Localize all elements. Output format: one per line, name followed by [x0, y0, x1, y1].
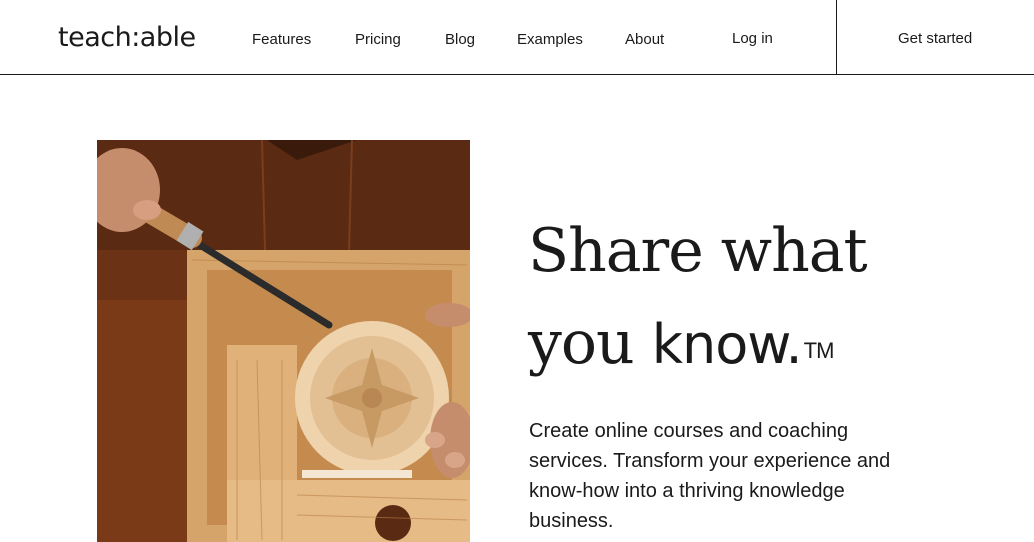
hero-subtext: Create online courses and coaching servi… — [529, 420, 891, 532]
trademark-symbol: TM — [803, 338, 835, 363]
headline-know: know. — [651, 313, 803, 376]
top-navigation: teach:able Features Pricing Blog Example… — [0, 0, 1034, 75]
nav-blog[interactable]: Blog — [445, 30, 475, 50]
wood-carving-photo-icon — [97, 140, 470, 542]
nav-features[interactable]: Features — [252, 30, 311, 50]
teachable-logo[interactable]: teach:able — [58, 20, 196, 56]
headline-you: you — [528, 308, 635, 378]
login-link[interactable]: Log in — [732, 29, 773, 49]
nav-about[interactable]: About — [625, 30, 664, 50]
get-started-button[interactable]: Get started — [898, 29, 972, 49]
header-divider — [836, 0, 837, 75]
nav-examples[interactable]: Examples — [517, 30, 583, 50]
nav-pricing[interactable]: Pricing — [355, 30, 401, 50]
hero-headline: Share what you know.TM — [528, 205, 968, 391]
headline-line-1: Share what — [528, 216, 868, 286]
hero-image — [97, 140, 470, 542]
